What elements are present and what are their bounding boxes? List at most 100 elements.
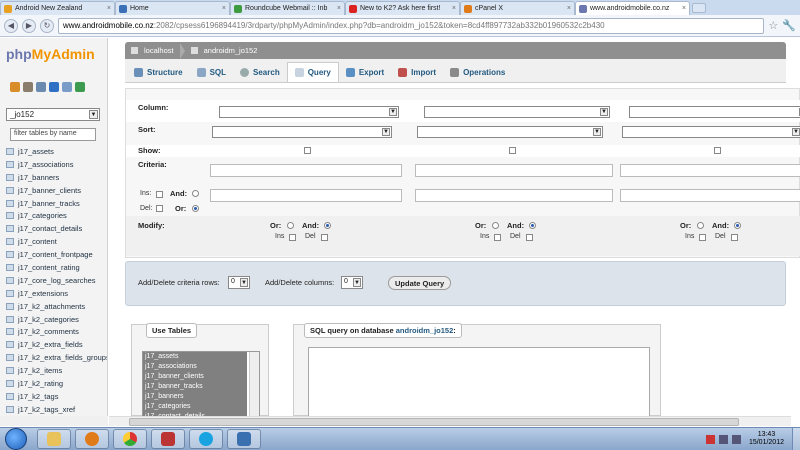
modify-del-checkbox[interactable] <box>731 234 738 241</box>
table-list-item[interactable]: j17_k2_extra_fields <box>6 338 107 351</box>
modify-or-radio[interactable] <box>492 222 499 229</box>
close-tab-icon[interactable]: × <box>335 5 341 12</box>
table-icon[interactable] <box>6 199 14 207</box>
table-name[interactable]: j17_associations <box>18 160 73 169</box>
tab-structure[interactable]: Structure <box>127 62 190 82</box>
scrollbar-thumb[interactable] <box>129 418 739 426</box>
start-button[interactable] <box>5 428 27 450</box>
table-list-item[interactable]: j17_k2_comments <box>6 325 107 338</box>
criteria-or-input[interactable] <box>210 189 402 202</box>
table-list-item[interactable]: j17_k2_rating <box>6 377 107 390</box>
query-window-icon[interactable] <box>36 82 46 92</box>
browser-tab[interactable]: Home × <box>115 1 230 15</box>
table-icon[interactable] <box>6 251 14 259</box>
table-name[interactable]: j17_content <box>18 237 57 246</box>
table-list-item[interactable]: j17_k2_categories <box>6 313 107 326</box>
table-icon[interactable] <box>6 289 14 297</box>
phpmyadmin-logo[interactable]: phpMyAdmin <box>6 46 95 62</box>
modify-ins-checkbox[interactable] <box>289 234 296 241</box>
table-name[interactable]: j17_k2_extra_fields_groups <box>18 353 107 362</box>
wrench-icon[interactable]: 🔧 <box>782 19 796 32</box>
table-icon[interactable] <box>6 212 14 220</box>
sort-select[interactable]: ▼ <box>417 126 603 138</box>
table-icon[interactable] <box>6 173 14 181</box>
reload-nav-icon[interactable] <box>75 82 85 92</box>
modify-and-radio[interactable] <box>324 222 331 229</box>
use-table-option[interactable]: j17_associations <box>143 362 247 372</box>
modify-and-radio[interactable] <box>734 222 741 229</box>
tab-import[interactable]: Import <box>391 62 443 82</box>
table-icon[interactable] <box>6 276 14 284</box>
table-icon[interactable] <box>6 263 14 271</box>
table-list-item[interactable]: j17_extensions <box>6 287 107 300</box>
tab-search[interactable]: Search <box>233 62 287 82</box>
table-list-item[interactable]: j17_banner_tracks <box>6 197 107 210</box>
show-checkbox[interactable] <box>304 147 311 154</box>
clock[interactable]: 13:43 15/01/2012 <box>749 431 784 447</box>
table-icon[interactable] <box>6 328 14 336</box>
table-name[interactable]: j17_banners <box>18 173 59 182</box>
criteria-input[interactable] <box>620 164 800 177</box>
ins-checkbox[interactable] <box>156 191 163 198</box>
table-list-item[interactable]: j17_k2_attachments <box>6 300 107 313</box>
show-checkbox[interactable] <box>509 147 516 154</box>
criteria-input[interactable] <box>415 164 613 177</box>
table-list-item[interactable]: j17_k2_tags <box>6 390 107 403</box>
show-desktop-button[interactable] <box>792 428 800 450</box>
explorer-taskbar-button[interactable] <box>37 429 71 449</box>
network-icon[interactable] <box>718 434 728 444</box>
table-icon[interactable] <box>6 405 14 413</box>
table-list-item[interactable]: j17_k2_items <box>6 364 107 377</box>
table-name[interactable]: j17_k2_items <box>18 366 62 375</box>
sort-select[interactable]: ▼ <box>212 126 392 138</box>
criteria-or-input[interactable] <box>415 189 613 202</box>
flag-icon[interactable] <box>705 434 715 444</box>
browser-tab[interactable]: www.androidmobile.co.nz × <box>575 1 690 15</box>
browser-tab[interactable]: Roundcube Webmail :: Inb × <box>230 1 345 15</box>
reload-button[interactable]: ↻ <box>40 18 54 33</box>
modify-ins-checkbox[interactable] <box>699 234 706 241</box>
breadcrumb-server[interactable]: localhost <box>144 46 174 55</box>
sort-select[interactable]: ▼ <box>622 126 800 138</box>
close-tab-icon[interactable]: × <box>565 5 571 12</box>
table-list-item[interactable]: j17_k2_tags_xref <box>6 403 107 416</box>
show-checkbox[interactable] <box>714 147 721 154</box>
table-list-item[interactable]: j17_assets <box>6 145 107 158</box>
use-table-option[interactable]: j17_categories <box>143 402 247 412</box>
criteria-rows-select[interactable]: 0 ▼ <box>228 276 250 289</box>
table-name[interactable]: j17_core_log_searches <box>18 276 96 285</box>
nav-horizontal-scrollbar[interactable] <box>0 416 108 426</box>
table-icon[interactable] <box>6 186 14 194</box>
sql-query-textarea[interactable] <box>308 347 650 416</box>
use-table-option[interactable]: j17_banner_clients <box>143 372 247 382</box>
skype-taskbar-button[interactable] <box>189 429 223 449</box>
remote-taskbar-button[interactable] <box>227 429 261 449</box>
chrome-taskbar-button[interactable] <box>113 429 147 449</box>
home-icon[interactable] <box>10 82 20 92</box>
table-name[interactable]: j17_k2_tags_xref <box>18 405 75 414</box>
sql-docs-icon[interactable] <box>62 82 72 92</box>
table-name[interactable]: j17_k2_extra_fields <box>18 340 83 349</box>
tab-query[interactable]: Query <box>286 62 339 82</box>
browser-tab[interactable]: Android New Zealand × <box>0 1 115 15</box>
table-name[interactable]: j17_banner_tracks <box>18 199 80 208</box>
and-radio[interactable] <box>192 190 199 197</box>
criteria-or-input[interactable] <box>620 189 800 202</box>
column-select[interactable]: ▼ <box>219 106 399 118</box>
browser-tab[interactable]: cPanel X × <box>460 1 575 15</box>
close-tab-icon[interactable]: × <box>450 5 456 12</box>
table-list-item[interactable]: j17_core_log_searches <box>6 274 107 287</box>
or-radio[interactable] <box>192 205 199 212</box>
table-list-item[interactable]: j17_content_frontpage <box>6 248 107 261</box>
modify-or-radio[interactable] <box>287 222 294 229</box>
table-icon[interactable] <box>6 160 14 168</box>
table-name[interactable]: j17_assets <box>18 147 54 156</box>
volume-icon[interactable] <box>731 434 741 444</box>
tab-export[interactable]: Export <box>339 62 391 82</box>
table-name[interactable]: j17_k2_categories <box>18 315 79 324</box>
use-table-option[interactable]: j17_banner_tracks <box>143 382 247 392</box>
use-tables-scrollbar[interactable] <box>249 352 259 416</box>
table-name[interactable]: j17_banner_clients <box>18 186 81 195</box>
back-button[interactable]: ◀ <box>4 18 18 33</box>
table-name[interactable]: j17_content_rating <box>18 263 80 272</box>
